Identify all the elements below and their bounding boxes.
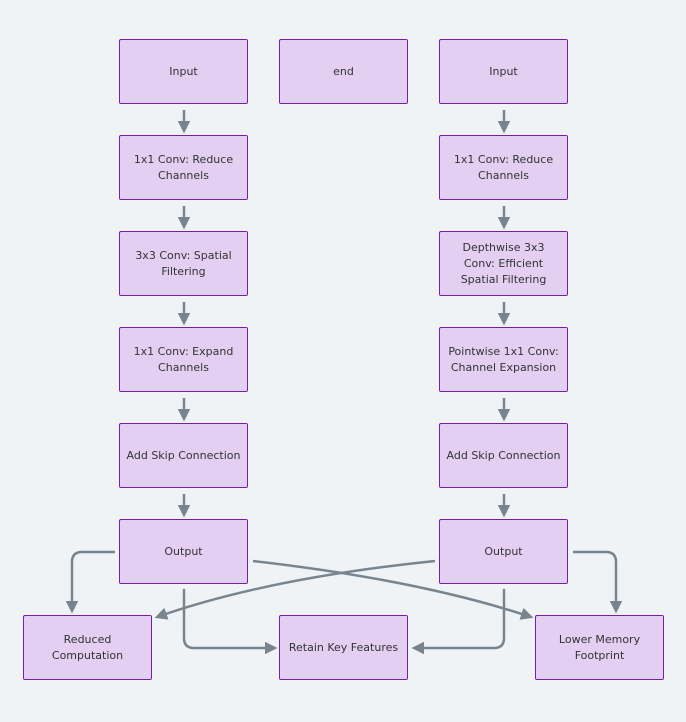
node-label: Output (484, 544, 523, 558)
node-lower-memory-footprint: Lower Memory Footprint (535, 615, 664, 680)
node-skip-connection-standard: Add Skip Connection (119, 423, 248, 488)
node-depthwise-spatial-filtering: Depthwise 3x3 Conv: Efficient Spatial Fi… (439, 231, 568, 296)
node-label: Depthwise 3x3 Conv: Efficient Spatial Fi… (460, 240, 547, 286)
node-pointwise-expansion: Pointwise 1x1 Conv: Channel Expansion (439, 327, 568, 392)
node-label: 1x1 Conv: Reduce Channels (133, 152, 234, 182)
node-label: end (333, 64, 354, 78)
node-label: Add Skip Connection (446, 448, 561, 462)
node-label: Retain Key Features (288, 640, 399, 654)
edge-a-output-to-reduced-computation (65, 550, 115, 614)
node-reduce-channels-efficient: 1x1 Conv: Reduce Channels (439, 135, 568, 200)
node-spatial-filtering-standard: 3x3 Conv: Spatial Filtering (119, 231, 248, 296)
node-input-standard: Input (119, 39, 248, 104)
node-label: Lower Memory Footprint (558, 632, 641, 662)
node-expand-channels-standard: 1x1 Conv: Expand Channels (119, 327, 248, 392)
node-label: Reduced Computation (51, 632, 124, 662)
node-label: Pointwise 1x1 Conv: Channel Expansion (448, 344, 559, 374)
edge-b-output-to-retain-key-features (411, 589, 506, 655)
node-label: 1x1 Conv: Expand Channels (133, 344, 234, 374)
node-label: Add Skip Connection (126, 448, 241, 462)
node-retain-key-features: Retain Key Features (279, 615, 408, 680)
node-reduce-channels-standard: 1x1 Conv: Reduce Channels (119, 135, 248, 200)
node-label: Input (169, 64, 198, 78)
node-output-standard: Output (119, 519, 248, 584)
node-label: 1x1 Conv: Reduce Channels (453, 152, 554, 182)
node-input-efficient: Input (439, 39, 568, 104)
node-label: Output (164, 544, 203, 558)
node-label: 3x3 Conv: Spatial Filtering (135, 248, 232, 278)
node-skip-connection-efficient: Add Skip Connection (439, 423, 568, 488)
edge-b-output-to-lower-memory (573, 550, 623, 614)
edges-layer (65, 110, 623, 655)
edge-a-output-to-retain-key-features (182, 589, 278, 655)
node-end: end (279, 39, 408, 104)
node-output-efficient: Output (439, 519, 568, 584)
node-reduced-computation: Reduced Computation (23, 615, 152, 680)
node-label: Input (489, 64, 518, 78)
